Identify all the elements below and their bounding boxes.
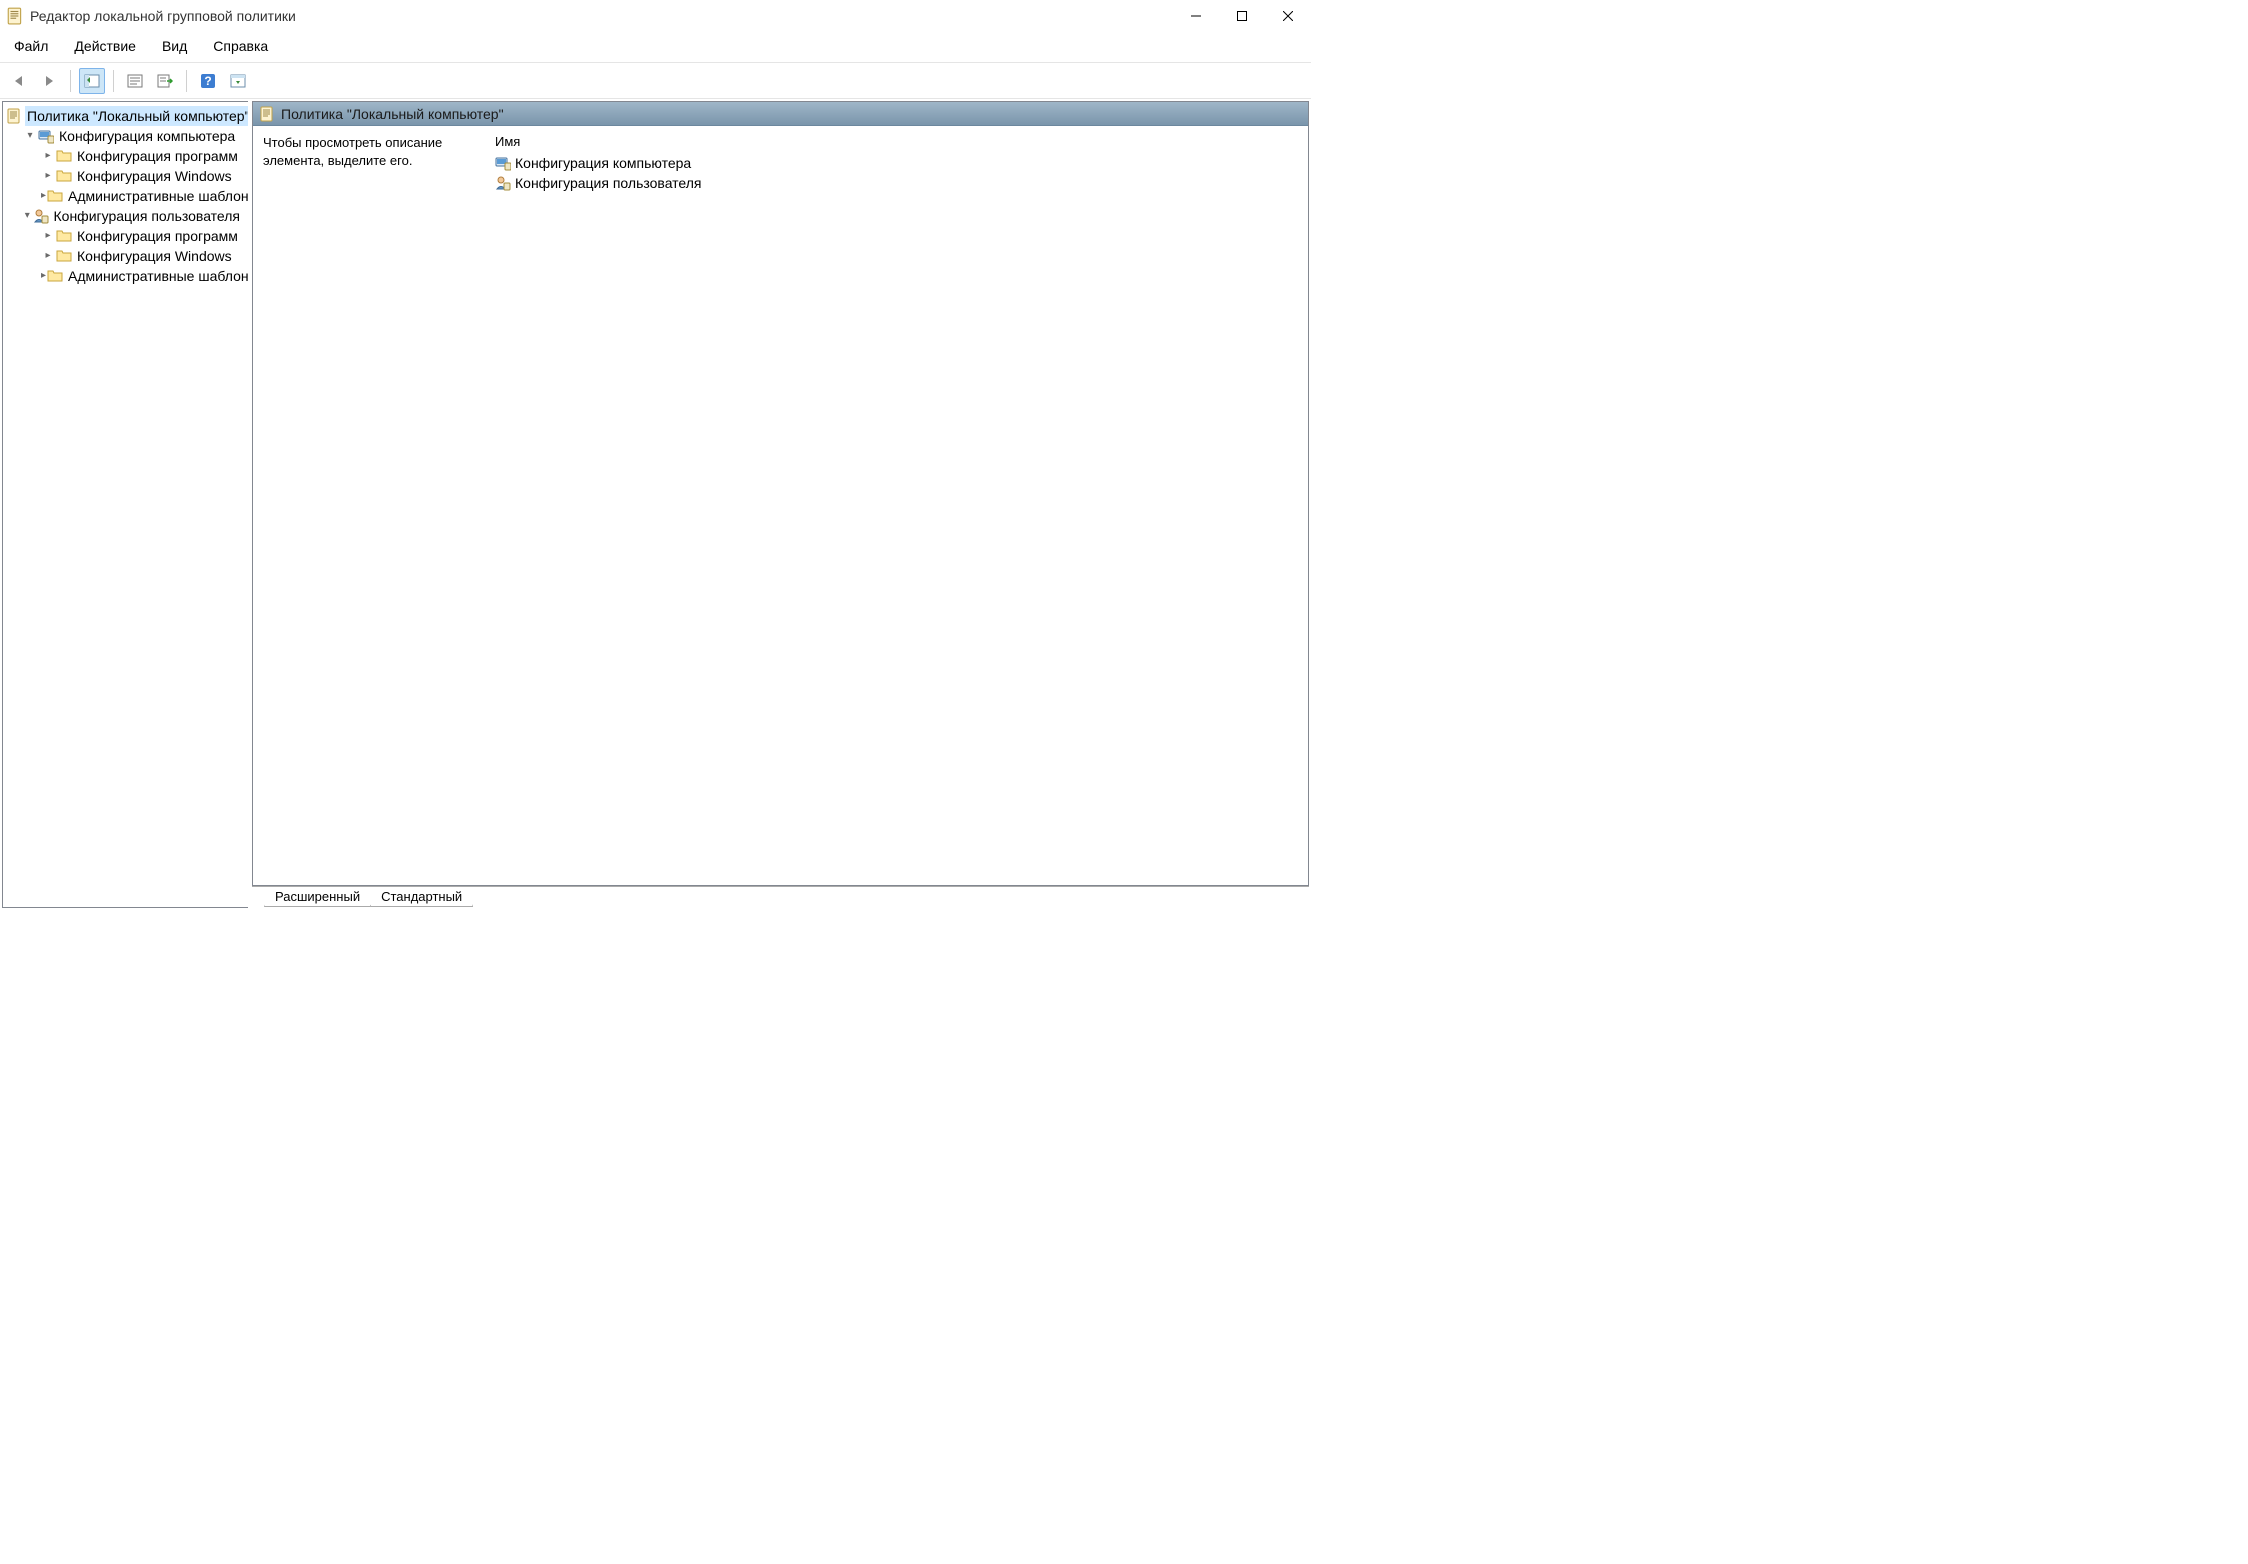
tree-label: Конфигурация программ xyxy=(75,226,240,246)
tree-item-windows-settings[interactable]: ▸ Конфигурация Windows xyxy=(41,166,246,186)
toolbar-separator xyxy=(70,70,71,92)
user-config-icon xyxy=(495,175,511,191)
list-item-computer-config[interactable]: Конфигурация компьютера xyxy=(493,153,1298,173)
folder-icon xyxy=(47,188,63,204)
toolbar-properties-button[interactable] xyxy=(122,68,148,94)
toolbar-export-list-button[interactable] xyxy=(152,68,178,94)
computer-config-icon xyxy=(495,155,511,171)
menu-file[interactable]: Файл xyxy=(10,36,52,56)
tree-toggle-expanded[interactable]: ▾ xyxy=(23,126,37,146)
description-column: Чтобы просмотреть описание элемента, выд… xyxy=(263,134,473,877)
toolbar-help-button[interactable] xyxy=(195,68,221,94)
titlebar: Редактор локальной групповой политики xyxy=(0,0,1311,32)
tree-label: Конфигурация Windows xyxy=(75,166,234,186)
tree-item-computer-config[interactable]: ▾ Конфигурация компьютера xyxy=(23,126,246,146)
tree-toggle-collapsed[interactable]: ▸ xyxy=(41,246,55,266)
toolbar-separator xyxy=(113,70,114,92)
toolbar-separator xyxy=(186,70,187,92)
list-item-user-config[interactable]: Конфигурация пользователя xyxy=(493,173,1298,193)
toolbar-console-tree-button[interactable] xyxy=(79,68,105,94)
help-icon xyxy=(200,73,216,89)
properties-icon xyxy=(127,73,143,89)
folder-icon xyxy=(56,148,72,164)
tree-root: Политика "Локальный компьютер" ▾ Конфигу… xyxy=(5,106,246,286)
minimize-button[interactable] xyxy=(1173,0,1219,32)
content-header-title: Политика "Локальный компьютер" xyxy=(281,106,504,122)
tree-item-root[interactable]: Политика "Локальный компьютер" xyxy=(5,106,246,126)
tree-toggle-expanded[interactable]: ▾ xyxy=(23,206,32,226)
folder-icon xyxy=(56,228,72,244)
toolbar-forward-button[interactable] xyxy=(36,68,62,94)
tree-label: Административные шаблоны xyxy=(66,266,248,286)
user-config-icon xyxy=(33,208,49,224)
tree-toggle-collapsed[interactable]: ▸ xyxy=(41,166,55,186)
tree-toggle-collapsed[interactable]: ▸ xyxy=(41,226,55,246)
description-text: Чтобы просмотреть описание элемента, выд… xyxy=(263,134,473,169)
tree-item-user-windows-settings[interactable]: ▸ Конфигурация Windows xyxy=(41,246,246,266)
toolbar-show-hide-button[interactable] xyxy=(225,68,251,94)
list-item-label: Конфигурация компьютера xyxy=(515,155,691,171)
menu-action[interactable]: Действие xyxy=(70,36,140,56)
toolbar xyxy=(0,63,1311,99)
list-item-label: Конфигурация пользователя xyxy=(515,175,702,191)
tree-label: Конфигурация компьютера xyxy=(57,126,237,146)
tab-extended[interactable]: Расширенный xyxy=(264,888,371,907)
list-column: Имя Конфигурация компьютера Конфигурация… xyxy=(493,134,1298,877)
menubar: Файл Действие Вид Справка xyxy=(0,32,1311,63)
export-list-icon xyxy=(157,73,173,89)
window-title: Редактор локальной групповой политики xyxy=(30,8,1173,24)
detail-pane-icon xyxy=(84,73,100,89)
tree-item-user-admin-templates[interactable]: ▸ Административные шаблоны xyxy=(41,266,246,286)
policy-doc-icon xyxy=(259,106,275,122)
app-icon xyxy=(6,7,24,25)
tree-pane[interactable]: Политика "Локальный компьютер" ▾ Конфигу… xyxy=(2,101,248,908)
policy-doc-icon xyxy=(6,108,22,124)
folder-icon xyxy=(56,168,72,184)
tree-item-software-settings[interactable]: ▸ Конфигурация программ xyxy=(41,146,246,166)
show-hide-icon xyxy=(230,73,246,89)
tree-toggle-collapsed[interactable]: ▸ xyxy=(41,186,46,206)
tree-toggle-collapsed[interactable]: ▸ xyxy=(41,146,55,166)
computer-config-icon xyxy=(38,128,54,144)
content-header: Политика "Локальный компьютер" xyxy=(253,102,1308,126)
folder-icon xyxy=(56,248,72,264)
menu-view[interactable]: Вид xyxy=(158,36,191,56)
folder-icon xyxy=(47,268,63,284)
maximize-button[interactable] xyxy=(1219,0,1265,32)
tree-label: Конфигурация Windows xyxy=(75,246,234,266)
column-header-name[interactable]: Имя xyxy=(493,134,1298,153)
tab-standard[interactable]: Стандартный xyxy=(370,888,473,907)
tabstrip: Расширенный Стандартный xyxy=(252,886,1309,908)
toolbar-back-button[interactable] xyxy=(6,68,32,94)
arrow-right-icon xyxy=(41,73,57,89)
arrow-left-icon xyxy=(11,73,27,89)
tree-toggle-collapsed[interactable]: ▸ xyxy=(41,266,46,286)
tree-label: Административные шаблоны xyxy=(66,186,248,206)
close-button[interactable] xyxy=(1265,0,1311,32)
tree-label: Политика "Локальный компьютер" xyxy=(25,106,248,126)
menu-help[interactable]: Справка xyxy=(209,36,272,56)
tree-item-user-config[interactable]: ▾ Конфигурация пользователя xyxy=(23,206,246,226)
tree-label: Конфигурация программ xyxy=(75,146,240,166)
tree-label: Конфигурация пользователя xyxy=(52,206,243,226)
workspace: Политика "Локальный компьютер" ▾ Конфигу… xyxy=(0,99,1311,910)
content-pane: Политика "Локальный компьютер" Чтобы про… xyxy=(252,101,1309,908)
tree-item-admin-templates[interactable]: ▸ Административные шаблоны xyxy=(41,186,246,206)
tree-item-user-software-settings[interactable]: ▸ Конфигурация программ xyxy=(41,226,246,246)
